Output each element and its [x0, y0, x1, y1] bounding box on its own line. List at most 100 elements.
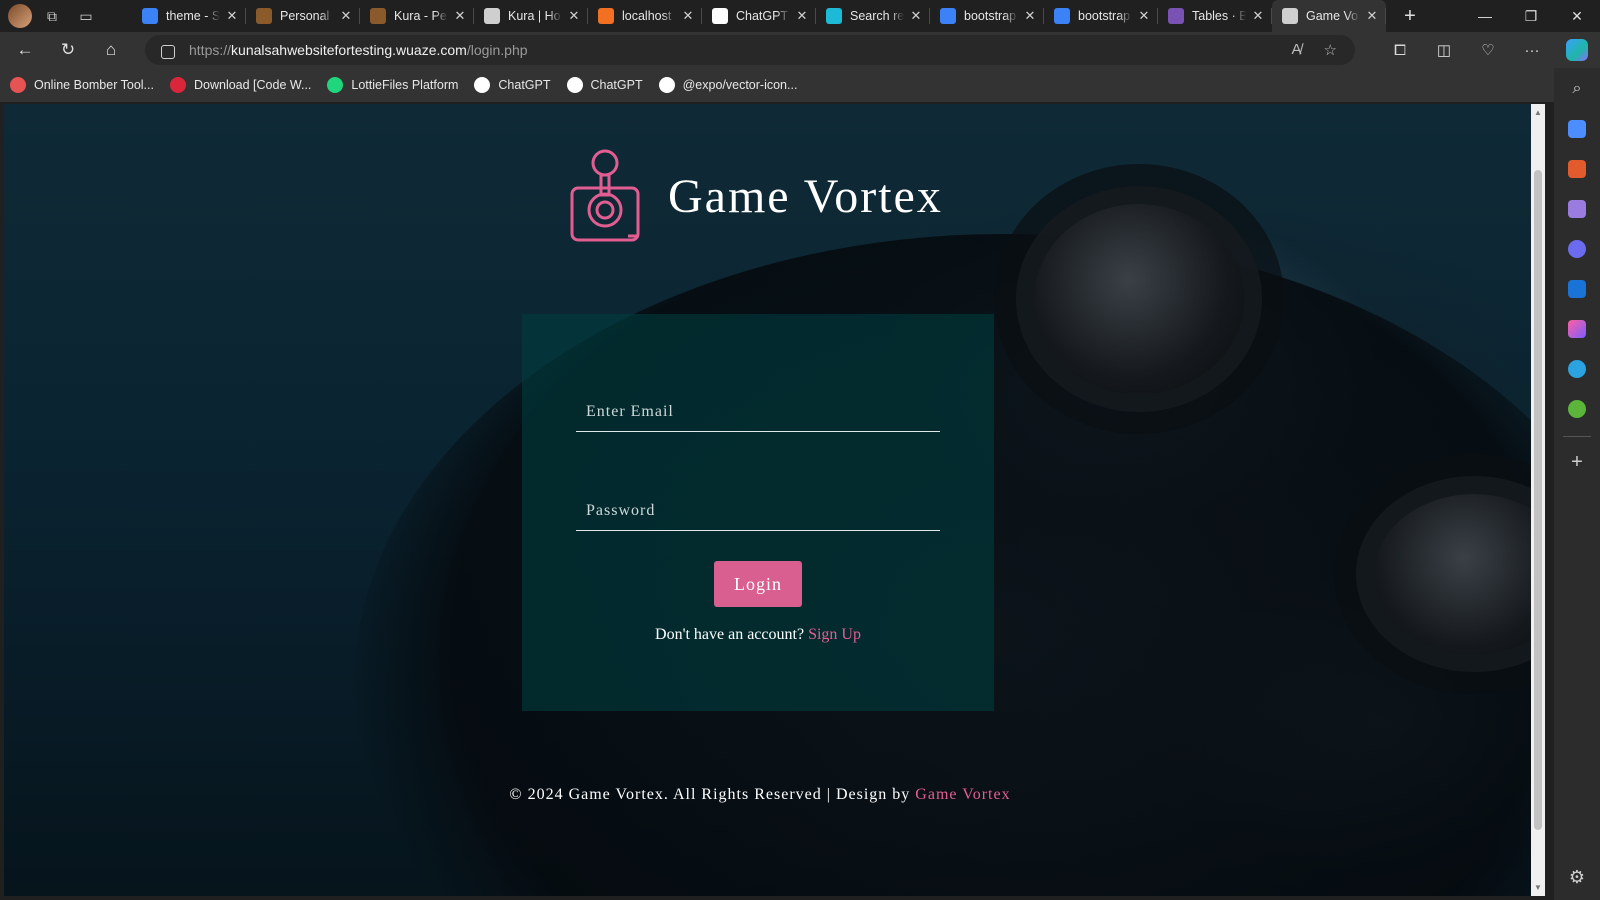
address-bar[interactable]: https://kunalsahwebsitefortesting.wuaze.…	[145, 35, 1355, 65]
more-menu-icon[interactable]: ···	[1510, 42, 1554, 59]
copilot-sidebar-icon[interactable]	[1568, 240, 1586, 258]
bookmark-item[interactable]: Download [Code W...	[169, 77, 312, 93]
tab-close-icon[interactable]: ✕	[794, 8, 810, 24]
browser-tab[interactable]: bootstrap ✕	[1044, 0, 1158, 32]
tab-title: Search re	[850, 9, 904, 23]
profile-avatar[interactable]	[8, 4, 32, 28]
telegram-icon[interactable]	[1568, 360, 1586, 378]
tab-title: ChatGPT	[736, 9, 789, 23]
browser-tab[interactable]: Game Vo ✕	[1272, 0, 1386, 32]
sidebar-divider	[1563, 436, 1591, 437]
page-icon	[1282, 8, 1298, 24]
scroll-up-icon[interactable]: ▲	[1534, 108, 1542, 117]
browser-tab[interactable]: Search re ✕	[816, 0, 930, 32]
split-screen-icon[interactable]: ◫	[1422, 41, 1466, 59]
bookmark-item[interactable]: ChatGPT	[566, 77, 643, 93]
footer-text: © 2024 Game Vortex. All Rights Reserved …	[509, 786, 911, 803]
browser-tab[interactable]: Personal ✕	[246, 0, 360, 32]
browser-tab[interactable]: theme - S ✕	[132, 0, 246, 32]
bootstrap-icon	[1168, 8, 1184, 24]
refresh-icon[interactable]: ↻	[50, 34, 86, 66]
tab-strip: ⧉ ▭ theme - S ✕ Personal ✕ Kura - Pe ✕ Kura | …	[0, 0, 1600, 32]
bookmark-item[interactable]: Online Bomber Tool...	[10, 77, 154, 93]
sidebar-settings-icon[interactable]: ⚙	[1569, 867, 1585, 888]
controller-thumbstick-image	[1034, 204, 1244, 394]
signup-prompt-line: Don't have an account? Sign Up	[522, 626, 994, 644]
minimize-icon[interactable]: —	[1462, 0, 1508, 32]
tab-close-icon[interactable]: ✕	[1136, 8, 1152, 24]
extensions-icon[interactable]: ⧠	[1378, 42, 1422, 59]
browser-tab[interactable]: Kura - Pe ✕	[360, 0, 474, 32]
tab-actions-icon[interactable]: ▭	[72, 2, 100, 30]
browser-tab[interactable]: localhost ✕	[588, 0, 702, 32]
footer-brand-link[interactable]: Game Vortex	[915, 786, 1010, 803]
window-controls: — ❐ ✕	[1462, 0, 1600, 32]
page-footer: © 2024 Game Vortex. All Rights Reserved …	[4, 786, 1516, 804]
bookmark-item[interactable]: LottieFiles Platform	[327, 77, 458, 93]
chatgpt-icon	[566, 77, 583, 93]
sidebar-search-icon[interactable]: ⌕	[1573, 80, 1582, 98]
browser-tab[interactable]: ChatGPT ✕	[702, 0, 816, 32]
read-aloud-icon[interactable]: A̸	[1292, 41, 1302, 59]
search-icon	[1054, 8, 1070, 24]
tree-icon[interactable]	[1568, 400, 1586, 418]
email-field[interactable]	[576, 392, 940, 432]
tab-close-icon[interactable]: ✕	[1022, 8, 1038, 24]
joystick-icon	[570, 149, 640, 242]
favorite-star-icon[interactable]: ☆	[1324, 41, 1337, 59]
lottie-icon	[327, 77, 344, 93]
bookmark-item[interactable]: ChatGPT	[474, 77, 551, 93]
page-viewport: Game Vortex Login Don't have an account?…	[4, 104, 1545, 896]
search-icon	[940, 8, 956, 24]
brown-page-icon	[370, 8, 386, 24]
tab-close-icon[interactable]: ✕	[908, 8, 924, 24]
tab-close-icon[interactable]: ✕	[680, 8, 696, 24]
controller-thumbstick-image	[1374, 494, 1545, 654]
close-window-icon[interactable]: ✕	[1554, 0, 1600, 32]
xampp-icon	[598, 8, 614, 24]
outlook-icon[interactable]	[1568, 280, 1586, 298]
scroll-down-icon[interactable]: ▼	[1534, 883, 1542, 892]
address-bar-actions: A̸ ☆	[1292, 41, 1337, 59]
browser-essentials-icon[interactable]: ♡	[1466, 41, 1510, 59]
lock-icon[interactable]	[161, 45, 175, 59]
login-button[interactable]: Login	[714, 561, 802, 607]
copilot-icon[interactable]	[1566, 39, 1588, 61]
tools-briefcase-icon[interactable]	[1568, 160, 1586, 178]
tab-close-icon[interactable]: ✕	[1364, 8, 1380, 24]
browser-tab[interactable]: Kura | Ho ✕	[474, 0, 588, 32]
tab-close-icon[interactable]: ✕	[1250, 8, 1266, 24]
tab-close-icon[interactable]: ✕	[338, 8, 354, 24]
back-icon[interactable]: ←	[7, 34, 43, 66]
brown-page-icon	[256, 8, 272, 24]
scrollbar-thumb[interactable]	[1534, 170, 1542, 830]
games-icon[interactable]	[1568, 200, 1586, 218]
page-scrollbar[interactable]: ▲ ▼	[1531, 104, 1545, 896]
home-icon[interactable]: ⌂	[93, 34, 129, 66]
url-text[interactable]: https://kunalsahwebsitefortesting.wuaze.…	[189, 42, 528, 58]
bookmark-item[interactable]: @expo/vector-icon...	[658, 77, 797, 93]
github-icon	[658, 77, 675, 93]
edge-sidebar: ⌕ + ⚙	[1554, 68, 1600, 900]
tab-title: Kura | Ho	[508, 9, 561, 23]
restore-icon[interactable]: ❐	[1508, 0, 1554, 32]
bookmark-label: Download [Code W...	[193, 78, 312, 92]
tab-strip-controls: ⧉ ▭	[0, 0, 132, 32]
tab-title: Kura - Pe	[394, 9, 447, 23]
new-tab-button[interactable]: +	[1394, 5, 1426, 28]
password-field[interactable]	[576, 491, 940, 531]
bookmarks-bar: Online Bomber Tool... Download [Code W...…	[0, 68, 1600, 102]
tab-list: theme - S ✕ Personal ✕ Kura - Pe ✕ Kura | Ho ✕ l…	[132, 0, 1386, 32]
tab-close-icon[interactable]: ✕	[452, 8, 468, 24]
designer-icon[interactable]	[1568, 320, 1586, 338]
tab-close-icon[interactable]: ✕	[566, 8, 582, 24]
tab-close-icon[interactable]: ✕	[224, 8, 240, 24]
add-sidebar-app-icon[interactable]: +	[1571, 451, 1583, 474]
bookmark-label: LottieFiles Platform	[351, 78, 459, 92]
browser-tab[interactable]: Tables · B ✕	[1158, 0, 1272, 32]
shopping-tag-icon[interactable]	[1568, 120, 1586, 138]
workspaces-icon[interactable]: ⧉	[38, 2, 66, 30]
signup-link[interactable]: Sign Up	[808, 626, 861, 643]
brand-header: Game Vortex	[570, 148, 943, 244]
browser-tab[interactable]: bootstrap ✕	[930, 0, 1044, 32]
